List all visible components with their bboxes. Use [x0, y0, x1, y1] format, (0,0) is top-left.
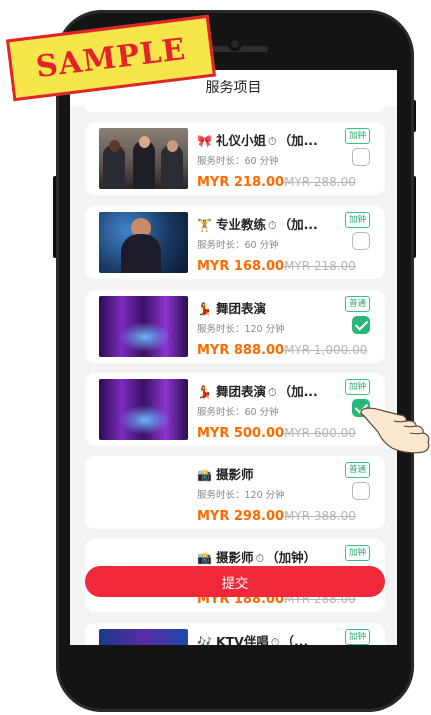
service-card[interactable]: 🎀 礼仪小姐 ⏱ （加... 服务时长：60 分钟 MYR 218.00MYR 288… — [85, 122, 385, 195]
music-notes-icon: 🎶 — [197, 635, 212, 645]
bow-icon: 🎀 — [197, 134, 212, 148]
select-checkbox[interactable] — [352, 316, 370, 334]
price: MYR 298.00 — [197, 509, 285, 524]
original-price: MYR 1,000.00 — [284, 343, 368, 357]
service-tag: 普通 — [344, 296, 370, 312]
service-card[interactable]: 💃 舞团表演 服务时长：120 分钟 MYR 888.00MYR 1,000.00… — [85, 290, 385, 363]
original-price: MYR 388.00 — [284, 509, 356, 523]
sample-stamp-text: SAMPLE — [34, 31, 188, 85]
stopwatch-icon: ⏱ — [255, 552, 265, 565]
price: MYR 218.00 — [197, 175, 285, 190]
stopwatch-icon: ⏱ — [267, 386, 277, 399]
stopwatch-icon: ⏱ — [267, 219, 277, 232]
service-card[interactable]: 🎶 KTV伴唱 ⏱ （... 加钟 — [85, 623, 385, 645]
stopwatch-icon: ⏱ — [270, 636, 280, 645]
camera-icon — [228, 37, 242, 51]
select-checkbox[interactable] — [352, 232, 370, 250]
service-duration: 服务时长：120 分钟 — [197, 490, 285, 501]
service-duration: 服务时长：60 分钟 — [197, 407, 279, 418]
price-row: MYR 500.00MYR 600.00 — [197, 422, 356, 441]
service-duration: 服务时长：60 分钟 — [197, 240, 279, 251]
camera-icon: 📸 — [197, 551, 212, 565]
price: MYR 168.00 — [197, 259, 285, 274]
select-checkbox[interactable] — [352, 148, 370, 166]
service-card[interactable]: 📸 摄影师 服务时长：120 分钟 MYR 298.00MYR 388.00 普通 — [85, 456, 385, 529]
service-name: 🎀 礼仪小姐 ⏱ （加... — [197, 133, 318, 148]
select-checkbox[interactable] — [352, 482, 370, 500]
original-price: MYR 600.00 — [284, 426, 356, 440]
pointing-hand-icon — [360, 407, 430, 454]
service-tag: 加钟 — [344, 128, 370, 144]
price-row: MYR 888.00MYR 1,000.00 — [197, 339, 367, 358]
service-duration: 服务时长：120 分钟 — [197, 324, 285, 335]
service-name: 📸 摄影师 — [197, 467, 254, 482]
price: MYR 500.00 — [197, 426, 285, 441]
service-tag: 普通 — [344, 462, 370, 478]
original-price: MYR 218.00 — [284, 259, 356, 273]
service-name: 💃 舞团表演 ⏱ （加... — [197, 384, 318, 399]
original-price: MYR 288.00 — [284, 175, 356, 189]
service-name: 📸 摄影师 ⏱ （加钟） — [197, 550, 317, 565]
service-tag: 加钟 — [344, 379, 370, 395]
price-row: MYR 168.00MYR 218.00 — [197, 255, 356, 274]
stopwatch-icon: ⏱ — [267, 135, 277, 148]
service-duration: 服务时长：60 分钟 — [197, 156, 279, 167]
weightlifting-icon: 🏋 — [197, 218, 212, 232]
submit-button[interactable]: 提交 — [85, 566, 385, 597]
service-tag: 加钟 — [344, 545, 370, 561]
price-row: MYR 298.00MYR 388.00 — [197, 505, 356, 524]
service-card[interactable]: 💃 舞团表演 ⏱ （加... 服务时长：60 分钟 MYR 500.00MYR 600… — [85, 373, 385, 446]
service-tag: 加钟 — [344, 629, 370, 645]
price-row: MYR 218.00MYR 288.00 — [197, 171, 356, 190]
service-name: 🎶 KTV伴唱 ⏱ （... — [197, 631, 308, 645]
service-name: 💃 舞团表演 — [197, 301, 266, 316]
service-thumbnail — [99, 629, 188, 645]
app-screen: 🎀 礼仪小姐 ⏱ （加... 服务时长：60 分钟 MYR 218.00MYR 288… — [70, 70, 397, 645]
service-name: 🏋 专业教练 ⏱ （加... — [197, 217, 318, 232]
service-thumbnail — [99, 212, 188, 273]
price: MYR 888.00 — [197, 343, 285, 358]
dancer-icon: 💃 — [197, 385, 212, 399]
page-title: 服务项目 — [205, 80, 262, 96]
camera-icon: 📸 — [197, 468, 212, 482]
service-thumbnail — [99, 379, 188, 440]
dancer-icon: 💃 — [197, 302, 212, 316]
service-thumbnail — [99, 128, 188, 189]
service-card[interactable]: 🏋 专业教练 ⏱ （加... 服务时长：60 分钟 MYR 168.00MYR 218… — [85, 206, 385, 279]
service-tag: 加钟 — [344, 212, 370, 228]
service-thumbnail — [99, 296, 188, 357]
